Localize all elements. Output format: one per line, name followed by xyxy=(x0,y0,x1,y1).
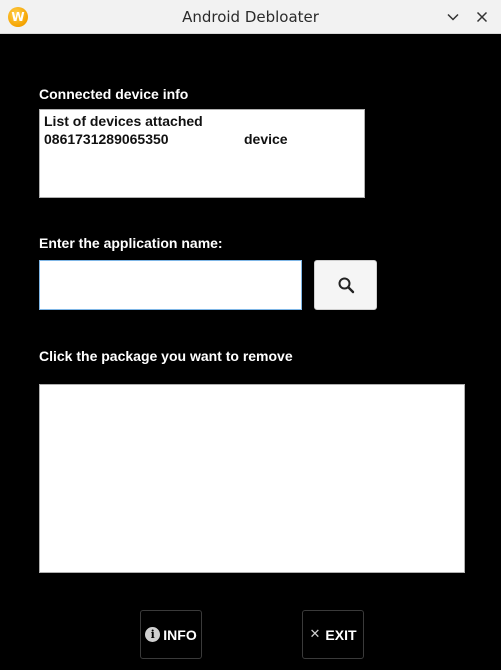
info-button[interactable]: i INFO xyxy=(140,610,202,659)
device-info-box[interactable]: List of devices attached 086173128906535… xyxy=(39,109,365,198)
search-button[interactable] xyxy=(314,260,377,310)
info-icon: i xyxy=(145,627,161,642)
close-icon xyxy=(476,11,488,23)
exit-button-label: EXIT xyxy=(325,626,357,643)
device-info-label: Connected device info xyxy=(39,86,189,102)
package-list-label: Click the package you want to remove xyxy=(39,348,293,364)
window-title: Android Debloater xyxy=(182,8,319,26)
device-row: 0861731289065350 device xyxy=(44,130,360,148)
package-list[interactable] xyxy=(39,384,465,573)
minimize-button[interactable] xyxy=(442,6,464,28)
close-icon: ✕ xyxy=(309,627,321,642)
device-state: device xyxy=(244,131,288,147)
device-serial: 0861731289065350 xyxy=(44,131,169,147)
close-button[interactable] xyxy=(471,6,493,28)
info-button-label: INFO xyxy=(163,626,197,643)
device-list-header: List of devices attached xyxy=(44,113,203,129)
search-icon xyxy=(338,277,354,294)
chevron-down-icon xyxy=(447,13,459,21)
app-name-label: Enter the application name: xyxy=(39,235,223,251)
exit-button[interactable]: ✕ EXIT xyxy=(302,610,364,659)
app-name-input[interactable] xyxy=(39,260,302,310)
app-window: W Android Debloater Connected device inf… xyxy=(0,0,501,670)
title-bar[interactable]: W Android Debloater xyxy=(0,0,501,34)
